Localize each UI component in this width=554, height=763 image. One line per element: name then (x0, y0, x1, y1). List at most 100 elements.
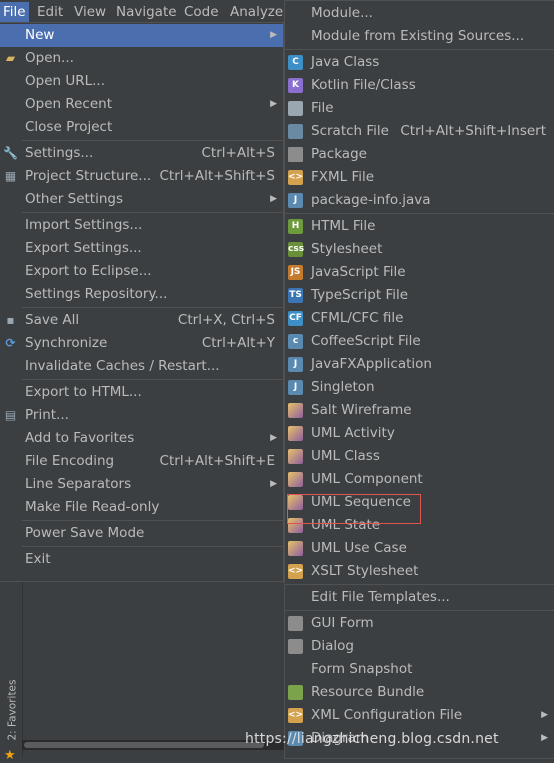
menu-item-javascript-file[interactable]: JS JavaScript File (285, 261, 554, 284)
menu-item-singleton[interactable]: J Singleton (285, 376, 554, 399)
gui-form-icon (288, 616, 303, 631)
submenu-arrow-icon: ▶ (270, 99, 277, 109)
menu-item-project-structure[interactable]: ▦ Project Structure... Ctrl+Alt+Shift+S (0, 165, 283, 188)
menu-item-new[interactable]: New ▶ (0, 24, 283, 47)
uml-icon (288, 541, 303, 556)
menu-item-xslt-stylesheet[interactable]: <> XSLT Stylesheet (285, 560, 554, 583)
favorites-tool-button[interactable]: 2: Favorites (4, 679, 19, 742)
menu-item-label: Print... (25, 407, 69, 423)
menu-item-coffeescript-file[interactable]: c CoffeeScript File (285, 330, 554, 353)
menu-item-label: Export to Eclipse... (25, 263, 152, 279)
menu-item-synchronize[interactable]: ⟳ Synchronize Ctrl+Alt+Y (0, 332, 283, 355)
javascript-icon: JS (288, 265, 303, 280)
menu-item-resource-bundle[interactable]: Resource Bundle (285, 681, 554, 704)
java-class-icon: C (288, 55, 303, 70)
menu-item-stylesheet[interactable]: css Stylesheet (285, 238, 554, 261)
file-icon (288, 101, 303, 116)
menu-item-export-to-html[interactable]: Export to HTML... (0, 381, 283, 404)
menu-file[interactable]: File (0, 2, 29, 22)
menu-item-open-recent[interactable]: Open Recent ▶ (0, 93, 283, 116)
menu-item-kotlin-file-class[interactable]: K Kotlin File/Class (285, 74, 554, 97)
menu-item-file[interactable]: File (285, 97, 554, 120)
menu-item-package[interactable]: Package (285, 143, 554, 166)
menu-item-form-snapshot[interactable]: Form Snapshot (285, 658, 554, 681)
menu-item-settings-repository[interactable]: Settings Repository... (0, 283, 283, 306)
shortcut-label: Ctrl+Alt+Shift+Insert (400, 123, 546, 139)
menu-separator (22, 212, 283, 213)
menu-item-exit[interactable]: Exit (0, 548, 283, 571)
menu-item-open[interactable]: ▰ Open... (0, 47, 283, 70)
html-icon: H (288, 219, 303, 234)
menu-item-java-class[interactable]: C Java Class (285, 51, 554, 74)
menu-item-power-save-mode[interactable]: Power Save Mode (0, 522, 283, 545)
menu-item-gui-form[interactable]: GUI Form (285, 612, 554, 635)
menu-item-print[interactable]: ▤ Print... (0, 404, 283, 427)
menu-item-label: CoffeeScript File (311, 333, 421, 349)
menu-item-settings[interactable]: 🔧 Settings... Ctrl+Alt+S (0, 142, 283, 165)
menu-item-label: Module from Existing Sources... (311, 28, 525, 44)
menu-item-label: XML Configuration File (311, 707, 463, 723)
menu-item-label: HTML File (311, 218, 376, 234)
menu-item-uml-activity[interactable]: UML Activity (285, 422, 554, 445)
menu-separator (22, 140, 283, 141)
menu-item-label: Java Class (311, 54, 380, 70)
menu-item-add-to-favorites[interactable]: Add to Favorites ▶ (0, 427, 283, 450)
menu-item-close-project[interactable]: Close Project (0, 116, 283, 139)
menu-item-label: Scratch File (311, 123, 389, 139)
menu-item-other-settings[interactable]: Other Settings ▶ (0, 188, 283, 211)
shortcut-label: Ctrl+Alt+Y (201, 335, 275, 351)
new-submenu: Module... Module from Existing Sources...… (284, 0, 554, 759)
singleton-icon: J (288, 380, 303, 395)
shortcut-label: Ctrl+X, Ctrl+S (177, 312, 275, 328)
cfml-icon: CF (288, 311, 303, 326)
typescript-icon: TS (288, 288, 303, 303)
menu-item-label: File Encoding (25, 453, 115, 469)
menu-item-invalidate-caches-restart[interactable]: Invalidate Caches / Restart... (0, 355, 283, 378)
menu-item-fxml-file[interactable]: <> FXML File (285, 166, 554, 189)
menu-item-xml-configuration-file[interactable]: <> XML Configuration File ▶ (285, 704, 554, 727)
menu-item-typescript-file[interactable]: TS TypeScript File (285, 284, 554, 307)
menu-separator (22, 307, 283, 308)
menu-navigate[interactable]: Navigate (113, 2, 180, 22)
menu-item-salt-wireframe[interactable]: Salt Wireframe (285, 399, 554, 422)
menu-item-open-url[interactable]: Open URL... (0, 70, 283, 93)
menu-item-file-encoding[interactable]: File Encoding Ctrl+Alt+Shift+E (0, 450, 283, 473)
menu-item-uml-class[interactable]: UML Class (285, 445, 554, 468)
menu-item-package-info-java[interactable]: Jpackage-info.java (285, 189, 554, 212)
menu-item-label: Form Snapshot (311, 661, 413, 677)
menu-item-uml-use-case[interactable]: UML Use Case (285, 537, 554, 560)
menu-item-uml-component[interactable]: UML Component (285, 468, 554, 491)
menu-item-cfml-cfc-file[interactable]: CF CFML/CFC file (285, 307, 554, 330)
menu-item-html-file[interactable]: H HTML File (285, 215, 554, 238)
menu-item-label: JavaFXApplication (311, 356, 432, 372)
menu-item-export-settings[interactable]: Export Settings... (0, 237, 283, 260)
menu-item-label: UML Class (311, 448, 380, 464)
menu-item-label: TypeScript File (311, 287, 409, 303)
menu-item-module[interactable]: Module... (285, 2, 554, 25)
menu-item-make-file-read-only[interactable]: Make File Read-only (0, 496, 283, 519)
xslt-icon: <> (288, 564, 303, 579)
menu-item-export-to-eclipse[interactable]: Export to Eclipse... (0, 260, 283, 283)
favorites-label: 2: Favorites (6, 679, 19, 741)
menu-item-save-all[interactable]: ▪ Save All Ctrl+X, Ctrl+S (0, 309, 283, 332)
menu-edit[interactable]: Edit (34, 2, 66, 22)
javafx-icon: J (288, 357, 303, 372)
menu-item-scratch-file[interactable]: Scratch File Ctrl+Alt+Shift+Insert (285, 120, 554, 143)
menu-item-edit-file-templates[interactable]: Edit File Templates... (285, 586, 554, 609)
watermark: https://liangzhicheng.blog.csdn.net (245, 731, 499, 747)
menu-item-line-separators[interactable]: Line Separators ▶ (0, 473, 283, 496)
menu-code[interactable]: Code (181, 2, 222, 22)
menu-item-javafxapplication[interactable]: J JavaFXApplication (285, 353, 554, 376)
menu-item-label: Make File Read-only (25, 499, 160, 515)
menu-item-dialog[interactable]: Dialog (285, 635, 554, 658)
menu-analyze[interactable]: Analyze (227, 2, 286, 22)
menu-item-label: Close Project (25, 119, 113, 135)
menu-item-label: Invalidate Caches / Restart... (25, 358, 220, 374)
menu-item-label: Import Settings... (25, 217, 143, 233)
menu-item-label: Module... (311, 5, 373, 21)
star-icon[interactable]: ★ (4, 748, 16, 763)
menu-item-label: Singleton (311, 379, 375, 395)
menu-view[interactable]: View (71, 2, 109, 22)
menu-item-import-settings[interactable]: Import Settings... (0, 214, 283, 237)
menu-item-module-from-existing-sources[interactable]: Module from Existing Sources... (285, 25, 554, 48)
